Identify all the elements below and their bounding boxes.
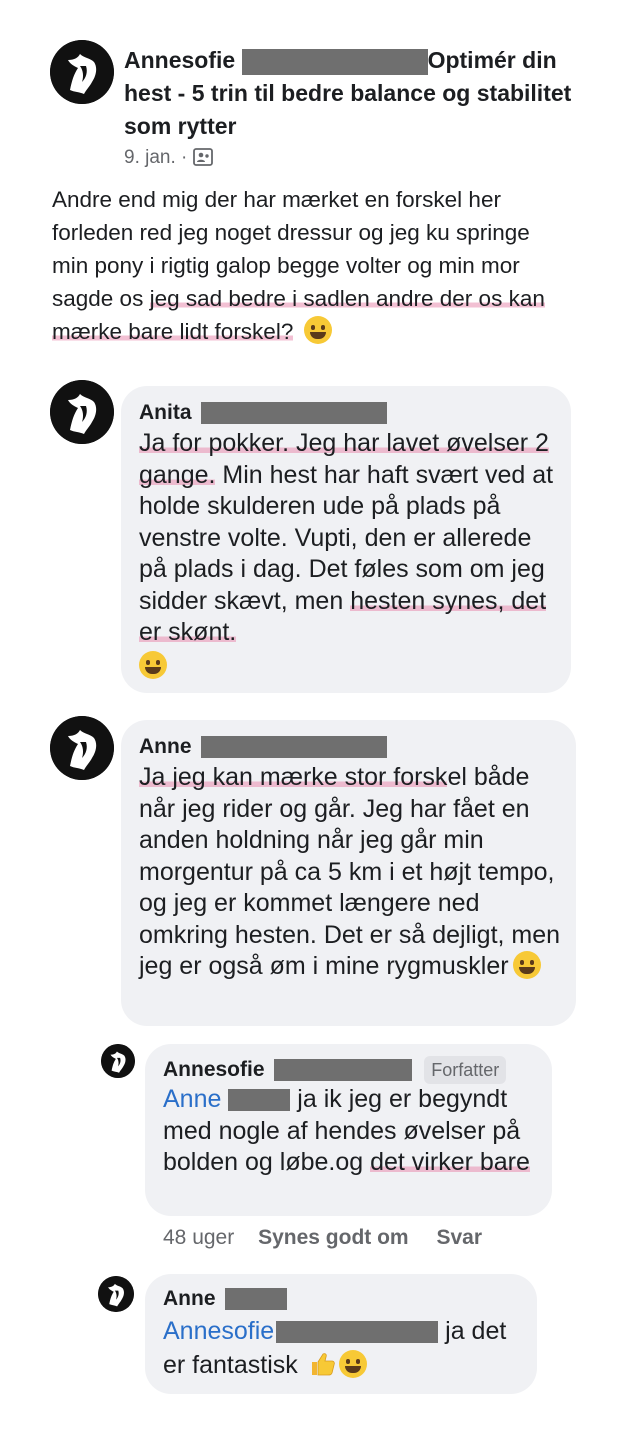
reply-author-name[interactable]: Annesofie xyxy=(163,1058,265,1081)
mention-link[interactable]: Annesofie xyxy=(163,1317,274,1345)
comment-author-name[interactable]: Anne xyxy=(139,735,192,758)
mention-link[interactable]: Anne xyxy=(163,1085,221,1113)
reply-bubble: Anne Annesofie ja det er fantastisk xyxy=(145,1274,537,1394)
reply-avatar[interactable] xyxy=(101,1044,135,1078)
reply-actions: 48 uger Synes godt om Svar xyxy=(163,1226,482,1250)
redacted-surname xyxy=(201,736,388,759)
grinning-face-icon xyxy=(139,650,167,679)
post-body: Andre end mig der har mærket en forskel … xyxy=(52,187,545,344)
reply-text: Anne ja ik jeg er begyndt med nogle af h… xyxy=(163,1085,530,1176)
reply-timestamp[interactable]: 48 uger xyxy=(163,1226,234,1249)
thumbs-up-icon xyxy=(311,1353,335,1376)
comment-avatar[interactable] xyxy=(50,716,114,780)
comment-bubble: Anne Ja jeg kan mærke stor forskel både … xyxy=(121,720,576,1026)
comment-avatar[interactable] xyxy=(50,380,114,444)
horse-logo-icon xyxy=(50,716,114,780)
redacted-surname xyxy=(201,402,388,425)
redacted-surname xyxy=(276,1321,439,1344)
comment-bubble: Anita Ja for pokker. Jeg har lavet øvels… xyxy=(121,386,571,693)
post-author-avatar[interactable] xyxy=(50,40,114,104)
redacted-surname xyxy=(274,1059,413,1082)
post-date[interactable]: 9. jan. · xyxy=(124,147,187,168)
post-author-name[interactable]: Annesofie xyxy=(124,47,235,73)
reply-text: Annesofie ja det er fantastisk xyxy=(163,1317,507,1379)
reply-author-name[interactable]: Anne xyxy=(163,1287,216,1310)
horse-logo-icon xyxy=(50,380,114,444)
group-members-icon xyxy=(192,148,213,166)
comment-author-name[interactable]: Anita xyxy=(139,401,192,424)
redacted-surname xyxy=(225,1288,288,1311)
reply-bubble: Annesofie Forfatter Anne ja ik jeg er be… xyxy=(145,1044,552,1216)
reply-avatar[interactable] xyxy=(98,1276,134,1312)
horse-logo-icon xyxy=(101,1044,135,1078)
grinning-face-icon xyxy=(338,1350,367,1378)
horse-logo-icon xyxy=(98,1276,134,1312)
post-header: Annesofie Optimér din hest - 5 trin til … xyxy=(124,44,594,169)
like-button[interactable]: Synes godt om xyxy=(258,1226,409,1249)
redacted-surname xyxy=(241,48,428,75)
horse-logo-icon xyxy=(50,40,114,104)
redacted-surname xyxy=(228,1089,291,1112)
author-badge: Forfatter xyxy=(424,1056,507,1084)
comment-text: Ja jeg kan mærke stor forskel både når j… xyxy=(139,763,561,980)
grinning-squinting-face-icon xyxy=(303,316,332,344)
comment-text: Ja for pokker. Jeg har lavet øvelser 2 g… xyxy=(139,428,559,682)
post-meta: 9. jan. · xyxy=(124,147,594,169)
reply-button[interactable]: Svar xyxy=(436,1226,482,1249)
grinning-sweat-face-icon xyxy=(512,951,541,979)
